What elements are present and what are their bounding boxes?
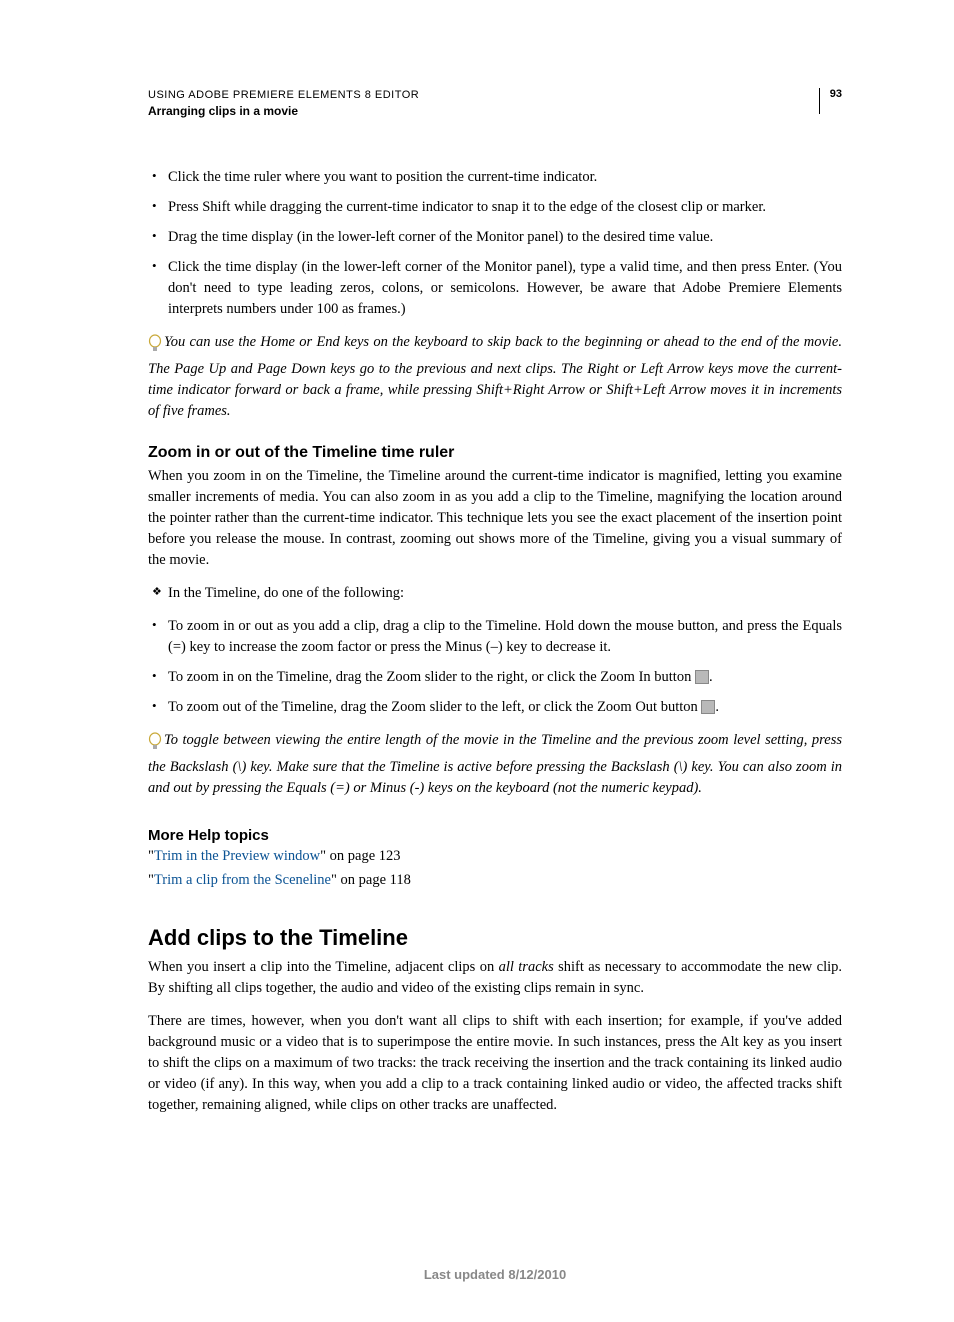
list-item-text: To zoom out of the Timeline, drag the Zo… [168, 699, 701, 715]
lightbulb-icon [148, 334, 162, 361]
zoom-paragraph: When you zoom in on the Timeline, the Ti… [148, 466, 842, 571]
add-clips-heading: Add clips to the Timeline [148, 925, 842, 951]
tip-note-1: You can use the Home or End keys on the … [148, 332, 842, 422]
page-number-divider: 93 [819, 88, 842, 114]
page-number: 93 [830, 88, 842, 100]
list-item: Press Shift while dragging the current-t… [148, 197, 842, 218]
section-name: Arranging clips in a movie [148, 103, 419, 119]
zoom-in-icon [695, 670, 709, 684]
list-item: Drag the time display (in the lower-left… [148, 227, 842, 248]
more-help-heading: More Help topics [148, 827, 842, 844]
list-item: To zoom in or out as you add a clip, dra… [148, 616, 842, 658]
add-para-2: There are times, however, when you don't… [148, 1011, 842, 1116]
zoom-bullet-list: To zoom in or out as you add a clip, dra… [148, 616, 842, 718]
help-link[interactable]: Trim in the Preview window [154, 848, 320, 864]
list-item: In the Timeline, do one of the following… [148, 583, 842, 604]
tip-text: To toggle between viewing the entire len… [148, 732, 842, 796]
help-link-line: "Trim a clip from the Sceneline" on page… [148, 872, 842, 889]
list-item-text: To zoom in on the Timeline, drag the Zoo… [168, 669, 695, 685]
list-item: Click the time ruler where you want to p… [148, 167, 842, 188]
add-para-1: When you insert a clip into the Timeline… [148, 957, 842, 999]
bullet-list-top: Click the time ruler where you want to p… [148, 167, 842, 320]
zoom-out-icon [701, 700, 715, 714]
lightbulb-icon [148, 732, 162, 759]
tip-text: You can use the Home or End keys on the … [148, 334, 842, 419]
help-link-line: "Trim in the Preview window" on page 123 [148, 848, 842, 865]
list-item: Click the time display (in the lower-lef… [148, 257, 842, 320]
page-header: USING ADOBE PREMIERE ELEMENTS 8 EDITOR A… [148, 88, 842, 119]
footer-updated: Last updated 8/12/2010 [148, 1267, 842, 1282]
link-suffix: " on page 123 [320, 848, 400, 864]
help-link[interactable]: Trim a clip from the Sceneline [154, 872, 331, 888]
tip-note-2: To toggle between viewing the entire len… [148, 730, 842, 799]
zoom-heading: Zoom in or out of the Timeline time rule… [148, 444, 842, 462]
header-titles: USING ADOBE PREMIERE ELEMENTS 8 EDITOR A… [148, 88, 419, 119]
zoom-intro-list: In the Timeline, do one of the following… [148, 583, 842, 604]
list-item: To zoom out of the Timeline, drag the Zo… [148, 697, 842, 718]
link-suffix: " on page 118 [331, 872, 411, 888]
list-item: To zoom in on the Timeline, drag the Zoo… [148, 667, 842, 688]
doc-title: USING ADOBE PREMIERE ELEMENTS 8 EDITOR [148, 88, 419, 103]
